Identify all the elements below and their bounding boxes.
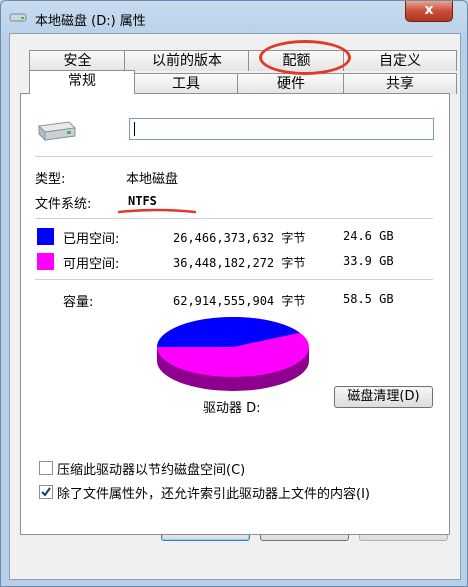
compress-label: 压缩此驱动器以节约磁盘空间(C)	[57, 463, 246, 478]
separator	[35, 156, 433, 157]
capacity-size: 58.5 GB	[343, 292, 394, 306]
free-space-bytes: 36,448,182,272 字节	[173, 256, 306, 270]
type-value: 本地磁盘	[126, 172, 179, 187]
close-button[interactable]: x	[405, 1, 453, 22]
capacity-label: 容量:	[63, 295, 94, 310]
used-space-size: 24.6 GB	[343, 229, 394, 243]
free-space-label: 可用空间:	[63, 257, 120, 272]
annotation-circle	[259, 40, 351, 75]
tab-hardware[interactable]: 硬件	[237, 73, 345, 94]
used-space-bytes: 26,466,373,632 字节	[173, 231, 306, 245]
close-icon: x	[424, 2, 434, 18]
disk-cleanup-button[interactable]: 磁盘清理(D)	[334, 386, 433, 408]
general-tab-panel: 类型: 本地磁盘 文件系统: NTFS 已用空间: 26,466,373,632…	[20, 93, 450, 535]
drive-caption: 驱动器 D:	[203, 401, 261, 416]
type-label: 类型:	[35, 172, 66, 187]
capacity-bytes: 62,914,555,904 字节	[173, 294, 306, 308]
separator	[35, 218, 433, 219]
window-title: 本地磁盘 (D:) 属性	[35, 14, 146, 29]
text-cursor	[134, 122, 135, 136]
separator	[35, 279, 433, 280]
index-checkbox[interactable]	[39, 485, 53, 499]
tab-previous-versions[interactable]: 以前的版本	[124, 50, 250, 71]
tab-security[interactable]: 安全	[29, 50, 126, 71]
used-color-swatch	[37, 228, 54, 245]
checkmark-icon	[41, 487, 51, 497]
drive-name-input[interactable]	[129, 118, 434, 140]
tab-customize[interactable]: 自定义	[343, 50, 457, 71]
disk-usage-pie	[157, 317, 309, 391]
filesystem-label: 文件系统:	[35, 197, 92, 212]
hard-drive-icon	[37, 121, 77, 142]
free-space-size: 33.9 GB	[343, 254, 394, 268]
index-label: 除了文件属性外，还允许索引此驱动器上文件的内容(I)	[57, 487, 370, 502]
drive-icon	[9, 13, 27, 22]
title-bar[interactable]: 本地磁盘 (D:) 属性 x	[1, 1, 467, 33]
free-color-swatch	[37, 253, 54, 270]
tab-general[interactable]: 常规	[29, 70, 135, 94]
properties-window: 本地磁盘 (D:) 属性 x 安全 以前的版本 配额 自定义 常规 工具 硬件 …	[0, 0, 468, 587]
tab-sharing[interactable]: 共享	[343, 73, 457, 94]
used-space-label: 已用空间:	[63, 232, 120, 247]
tab-tools[interactable]: 工具	[133, 73, 239, 94]
annotation-underline	[117, 208, 197, 214]
compress-checkbox[interactable]	[39, 461, 53, 475]
